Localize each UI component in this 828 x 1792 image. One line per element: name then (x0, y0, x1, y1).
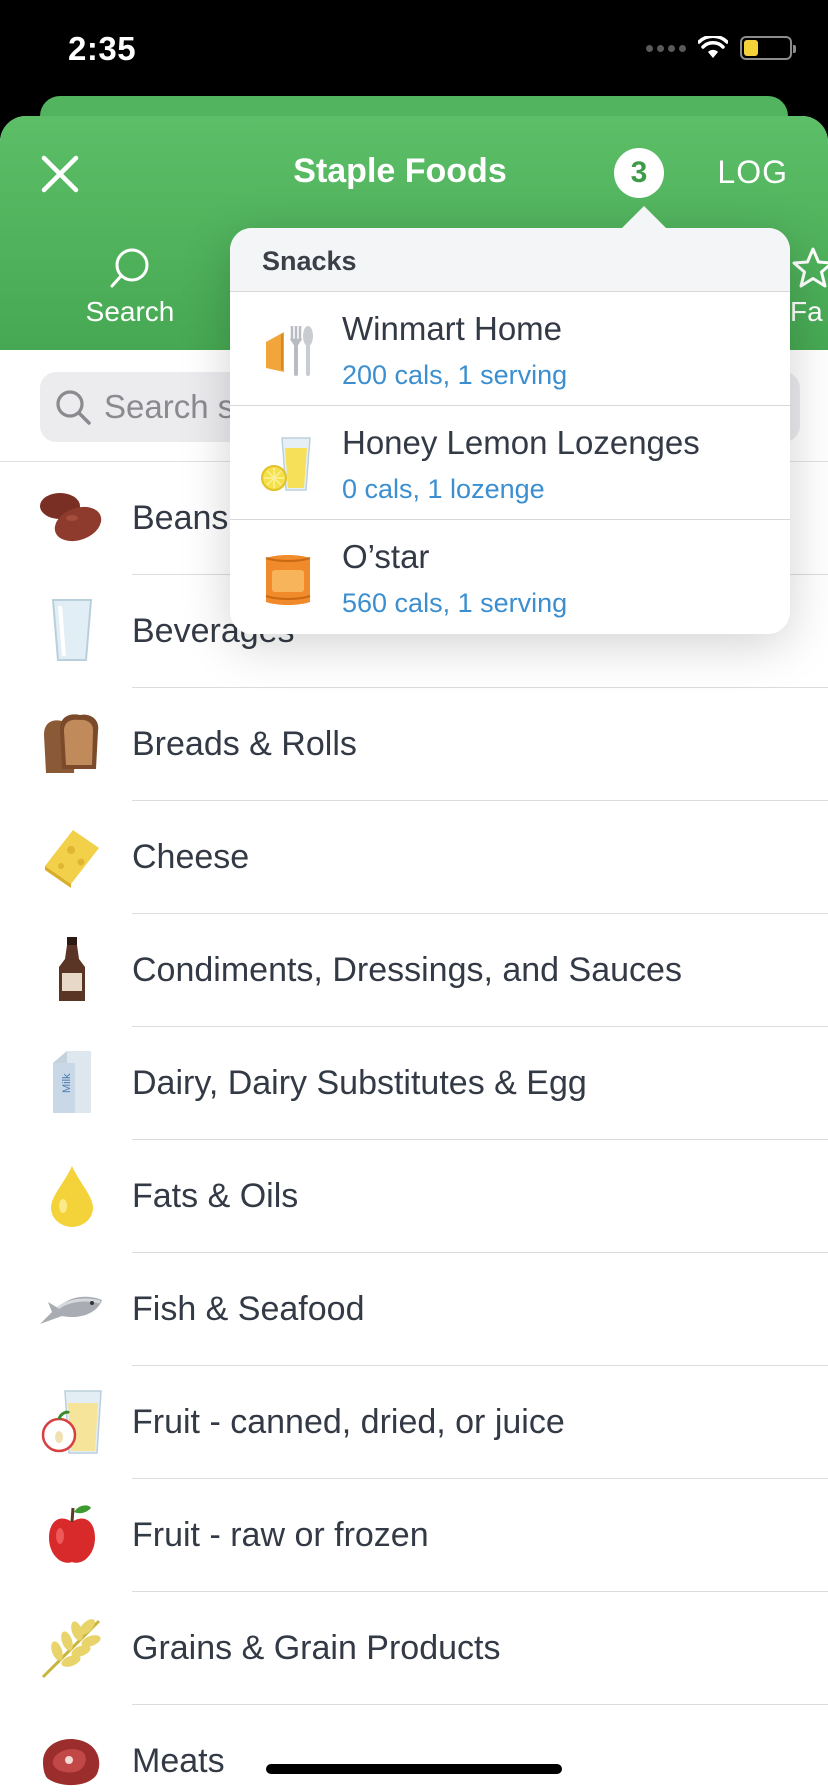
popover-item[interactable]: Winmart Home 200 cals, 1 serving (230, 292, 790, 406)
status-time: 2:35 (68, 30, 137, 67)
category-label: Fish & Seafood (132, 1290, 365, 1328)
category-row-grains[interactable]: Grains & Grain Products (0, 1592, 828, 1705)
log-button[interactable]: LOG (717, 154, 788, 191)
category-row-dairy[interactable]: Milk Dairy, Dairy Substitutes & Egg (0, 1027, 828, 1140)
tab-favorites-label: Fa (790, 296, 823, 327)
fruit-juice-icon (38, 1384, 106, 1460)
search-icon (56, 390, 91, 425)
tab-search[interactable]: Search (80, 246, 180, 328)
home-indicator[interactable] (266, 1764, 562, 1774)
tab-favorites[interactable]: Fa (790, 246, 828, 328)
lemon-juice-icon (261, 437, 311, 491)
category-label: Fruit - raw or frozen (132, 1516, 429, 1554)
category-label: Beans (132, 499, 229, 537)
category-label: Fruit - canned, dried, or juice (132, 1403, 565, 1441)
page-title: Staple Foods (293, 152, 507, 190)
apple-icon (38, 1497, 106, 1573)
milk-carton-icon: Milk (38, 1045, 106, 1121)
category-list: Beans Beverages Breads & Rolls Cheese Co… (0, 462, 828, 1792)
popover-item-detail: 200 cals, 1 serving (342, 360, 568, 390)
popover-item[interactable]: Honey Lemon Lozenges 0 cals, 1 lozenge (230, 406, 790, 520)
category-row-fruit-raw[interactable]: Fruit - raw or frozen (0, 1479, 828, 1592)
svg-text:Milk: Milk (61, 1073, 73, 1093)
utensils-icon (266, 326, 313, 376)
category-row-fats[interactable]: Fats & Oils (0, 1140, 828, 1253)
category-row-fish[interactable]: Fish & Seafood (0, 1253, 828, 1366)
category-label: Condiments, Dressings, and Sauces (132, 951, 682, 989)
battery-icon (740, 36, 796, 60)
fish-icon (38, 1271, 106, 1347)
wheat-icon (38, 1610, 106, 1686)
category-row-condiments[interactable]: Condiments, Dressings, and Sauces (0, 914, 828, 1027)
search-placeholder: Search s (104, 388, 235, 425)
popover-item[interactable]: O’star 560 cals, 1 serving (230, 520, 790, 634)
category-label: Breads & Rolls (132, 725, 357, 763)
popover-arrow (620, 206, 668, 230)
meat-icon (38, 1723, 106, 1792)
sauce-bottle-icon (38, 932, 106, 1008)
selected-count-badge[interactable]: 3 (614, 148, 664, 198)
cheese-icon (38, 819, 106, 895)
category-row-meats[interactable]: Meats (0, 1705, 828, 1792)
search-icon (110, 248, 149, 288)
wifi-icon (698, 36, 728, 58)
snacks-popover: Snacks Winmart Home 200 cals, 1 serving … (230, 206, 790, 634)
category-row-breads[interactable]: Breads & Rolls (0, 688, 828, 801)
popover-item-name: Honey Lemon Lozenges (342, 424, 700, 461)
status-icons (646, 36, 796, 60)
snack-box-icon (265, 555, 311, 605)
cellular-signal-icon (646, 44, 686, 52)
beans-icon (38, 480, 106, 556)
category-label: Fats & Oils (132, 1177, 299, 1215)
category-label: Grains & Grain Products (132, 1629, 501, 1667)
category-label: Meats (132, 1742, 225, 1780)
status-bar: 2:35 (0, 0, 828, 100)
category-label: Cheese (132, 838, 250, 876)
popover-item-name: Winmart Home (342, 310, 563, 347)
oil-drop-icon (38, 1158, 106, 1234)
bread-icon (38, 706, 106, 782)
category-label: Dairy, Dairy Substitutes & Egg (132, 1064, 587, 1102)
popover-item-name: O’star (342, 538, 430, 575)
popover-item-detail: 560 cals, 1 serving (342, 588, 568, 618)
category-row-fruit-canned[interactable]: Fruit - canned, dried, or juice (0, 1366, 828, 1479)
glass-icon (38, 593, 106, 669)
category-row-cheese[interactable]: Cheese (0, 801, 828, 914)
popover-item-detail: 0 cals, 1 lozenge (342, 474, 545, 504)
popover-section-title: Snacks (230, 228, 790, 292)
tab-search-label: Search (85, 296, 175, 327)
star-icon (792, 247, 828, 288)
